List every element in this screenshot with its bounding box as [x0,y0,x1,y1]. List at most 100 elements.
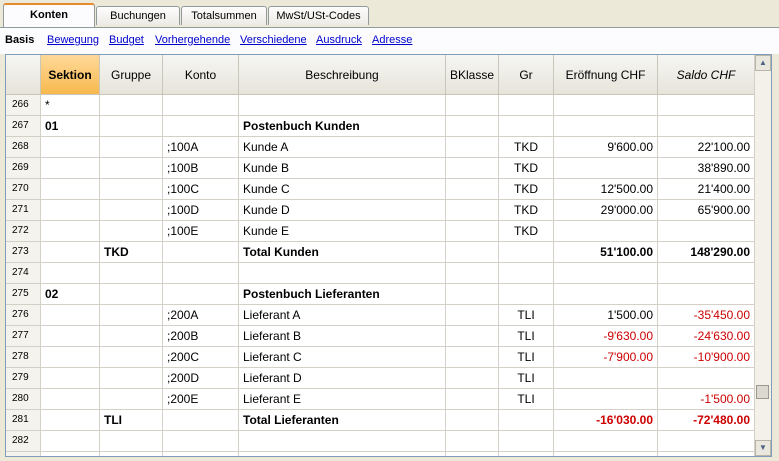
col-header-sektion[interactable]: Sektion [41,55,100,95]
cell-bklasse[interactable] [446,200,499,221]
cell-saldo[interactable]: 38'890.00 [658,158,755,179]
cell-bklasse[interactable] [446,305,499,326]
cell-gr[interactable] [499,116,554,137]
cell-sektion[interactable] [41,347,100,368]
cell-gruppe[interactable] [100,305,163,326]
cell-konto[interactable]: ;100E [163,221,239,242]
cell-bklasse[interactable] [446,284,499,305]
col-header-konto[interactable]: Konto [163,55,239,95]
cell-sektion[interactable] [41,221,100,242]
cell-beschreibung[interactable] [239,95,446,116]
arrow-up-icon[interactable]: ▲ [755,55,771,71]
cell-gruppe[interactable] [100,179,163,200]
cell-beschreibung[interactable]: Kunde A [239,137,446,158]
cell-gr[interactable]: TLI [499,305,554,326]
cell-konto[interactable] [163,116,239,137]
cell-sektion[interactable] [41,305,100,326]
cell-gr[interactable] [499,284,554,305]
cell-saldo[interactable] [658,95,755,116]
cell-konto[interactable] [163,431,239,452]
cell-gr[interactable] [499,431,554,452]
col-header-gr[interactable]: Gr [499,55,554,95]
cell-beschreibung[interactable]: Total Kunden [239,242,446,263]
cell-sektion[interactable] [41,326,100,347]
cell-konto[interactable]: ;100B [163,158,239,179]
cell-gr[interactable]: TKD [499,200,554,221]
view-verschiedene[interactable]: Verschiedene [240,34,307,46]
vertical-scrollbar[interactable]: ▲ ▼ [754,55,771,456]
col-header-bklasse[interactable]: BKlasse [446,55,499,95]
cell-gruppe[interactable] [100,263,163,284]
cell-eroeffnung[interactable] [554,263,658,284]
cell-konto[interactable]: ;200C [163,347,239,368]
cell-beschreibung[interactable]: Kunde C [239,179,446,200]
cell-eroeffnung[interactable]: 9'600.00 [554,137,658,158]
cell-gruppe[interactable]: TKD [100,242,163,263]
cell-gr[interactable]: TKD [499,158,554,179]
cell-gr[interactable]: TKD [499,137,554,158]
tab-mwst-ust-codes[interactable]: MwSt/USt-Codes [268,6,369,25]
cell-eroeffnung[interactable]: -16'030.00 [554,410,658,431]
cell-konto[interactable] [163,95,239,116]
cell-konto[interactable]: ;100A [163,137,239,158]
table-row[interactable]: 275 02 Postenbuch Lieferanten [6,284,755,305]
cell-bklasse[interactable] [446,368,499,389]
table-row[interactable]: 269 ;100B Kunde B TKD 38'890.00 [6,158,755,179]
col-header-eroeffnung[interactable]: Eröffnung CHF [554,55,658,95]
cell-bklasse[interactable] [446,347,499,368]
cell-gruppe[interactable] [100,431,163,452]
cell-beschreibung[interactable]: Lieferant E [239,389,446,410]
cell-gruppe[interactable] [100,284,163,305]
cell-gruppe[interactable] [100,158,163,179]
cell-sektion[interactable] [41,368,100,389]
cell-konto[interactable]: ;200D [163,368,239,389]
cell-konto[interactable]: ;200E [163,389,239,410]
cell-bklasse[interactable] [446,410,499,431]
cell-eroeffnung[interactable] [554,284,658,305]
cell-gruppe[interactable] [100,389,163,410]
cell-saldo[interactable] [658,116,755,137]
cell-konto[interactable] [163,263,239,284]
cell-gruppe[interactable] [100,137,163,158]
cell-sektion[interactable] [41,431,100,452]
cell-konto[interactable]: ;100D [163,200,239,221]
table-row[interactable]: 279 ;200D Lieferant D TLI [6,368,755,389]
cell-konto[interactable] [163,452,239,456]
cell-gr[interactable]: TKD [499,179,554,200]
arrow-down-icon[interactable]: ▼ [755,440,771,456]
tab-konten[interactable]: Konten [3,3,95,27]
view-ausdruck[interactable]: Ausdruck [316,34,362,46]
cell-sektion[interactable]: * [41,95,100,116]
cell-eroeffnung[interactable] [554,389,658,410]
cell-eroeffnung[interactable] [554,368,658,389]
table-row[interactable]: 278 ;200C Lieferant C TLI -7'900.00 -10'900.0… [6,347,755,368]
cell-eroeffnung[interactable] [554,116,658,137]
cell-sektion[interactable] [41,389,100,410]
cell-konto[interactable] [163,242,239,263]
table-row[interactable]: 270 ;100C Kunde C TKD 12'500.00 21'400.00 [6,179,755,200]
cell-eroeffnung[interactable] [554,158,658,179]
cell-saldo[interactable]: 148'290.00 [658,242,755,263]
col-header-beschreibung[interactable]: Beschreibung [239,55,446,95]
cell-gr[interactable]: TLI [499,326,554,347]
cell-beschreibung[interactable]: Lieferant C [239,347,446,368]
table-row[interactable]: 282 [6,431,755,452]
cell-eroeffnung[interactable]: 12'500.00 [554,179,658,200]
tab-totalsummen[interactable]: Totalsummen [181,6,267,25]
cell-beschreibung[interactable]: Kunde D [239,200,446,221]
cell-gruppe[interactable] [100,95,163,116]
cell-beschreibung[interactable]: Lieferant B [239,326,446,347]
cell-saldo[interactable] [658,221,755,242]
table-row[interactable]: 273 TKD Total Kunden 51'100.00 148'290.00 [6,242,755,263]
table-row[interactable]: 277 ;200B Lieferant B TLI -9'630.00 -24'630.0… [6,326,755,347]
cell-bklasse[interactable] [446,158,499,179]
cell-sektion[interactable] [41,452,100,456]
col-header-saldo[interactable]: Saldo CHF [658,55,755,95]
cell-saldo[interactable]: -72'480.00 [658,410,755,431]
cell-beschreibung[interactable]: Postenbuch Lieferanten [239,284,446,305]
cell-beschreibung[interactable]: Lieferant D [239,368,446,389]
view-vorhergehende[interactable]: Vorhergehende [155,34,230,46]
table-row[interactable]: 280 ;200E Lieferant E TLI -1'500.00 [6,389,755,410]
cell-gruppe[interactable] [100,200,163,221]
cell-eroeffnung[interactable]: -7'900.00 [554,347,658,368]
